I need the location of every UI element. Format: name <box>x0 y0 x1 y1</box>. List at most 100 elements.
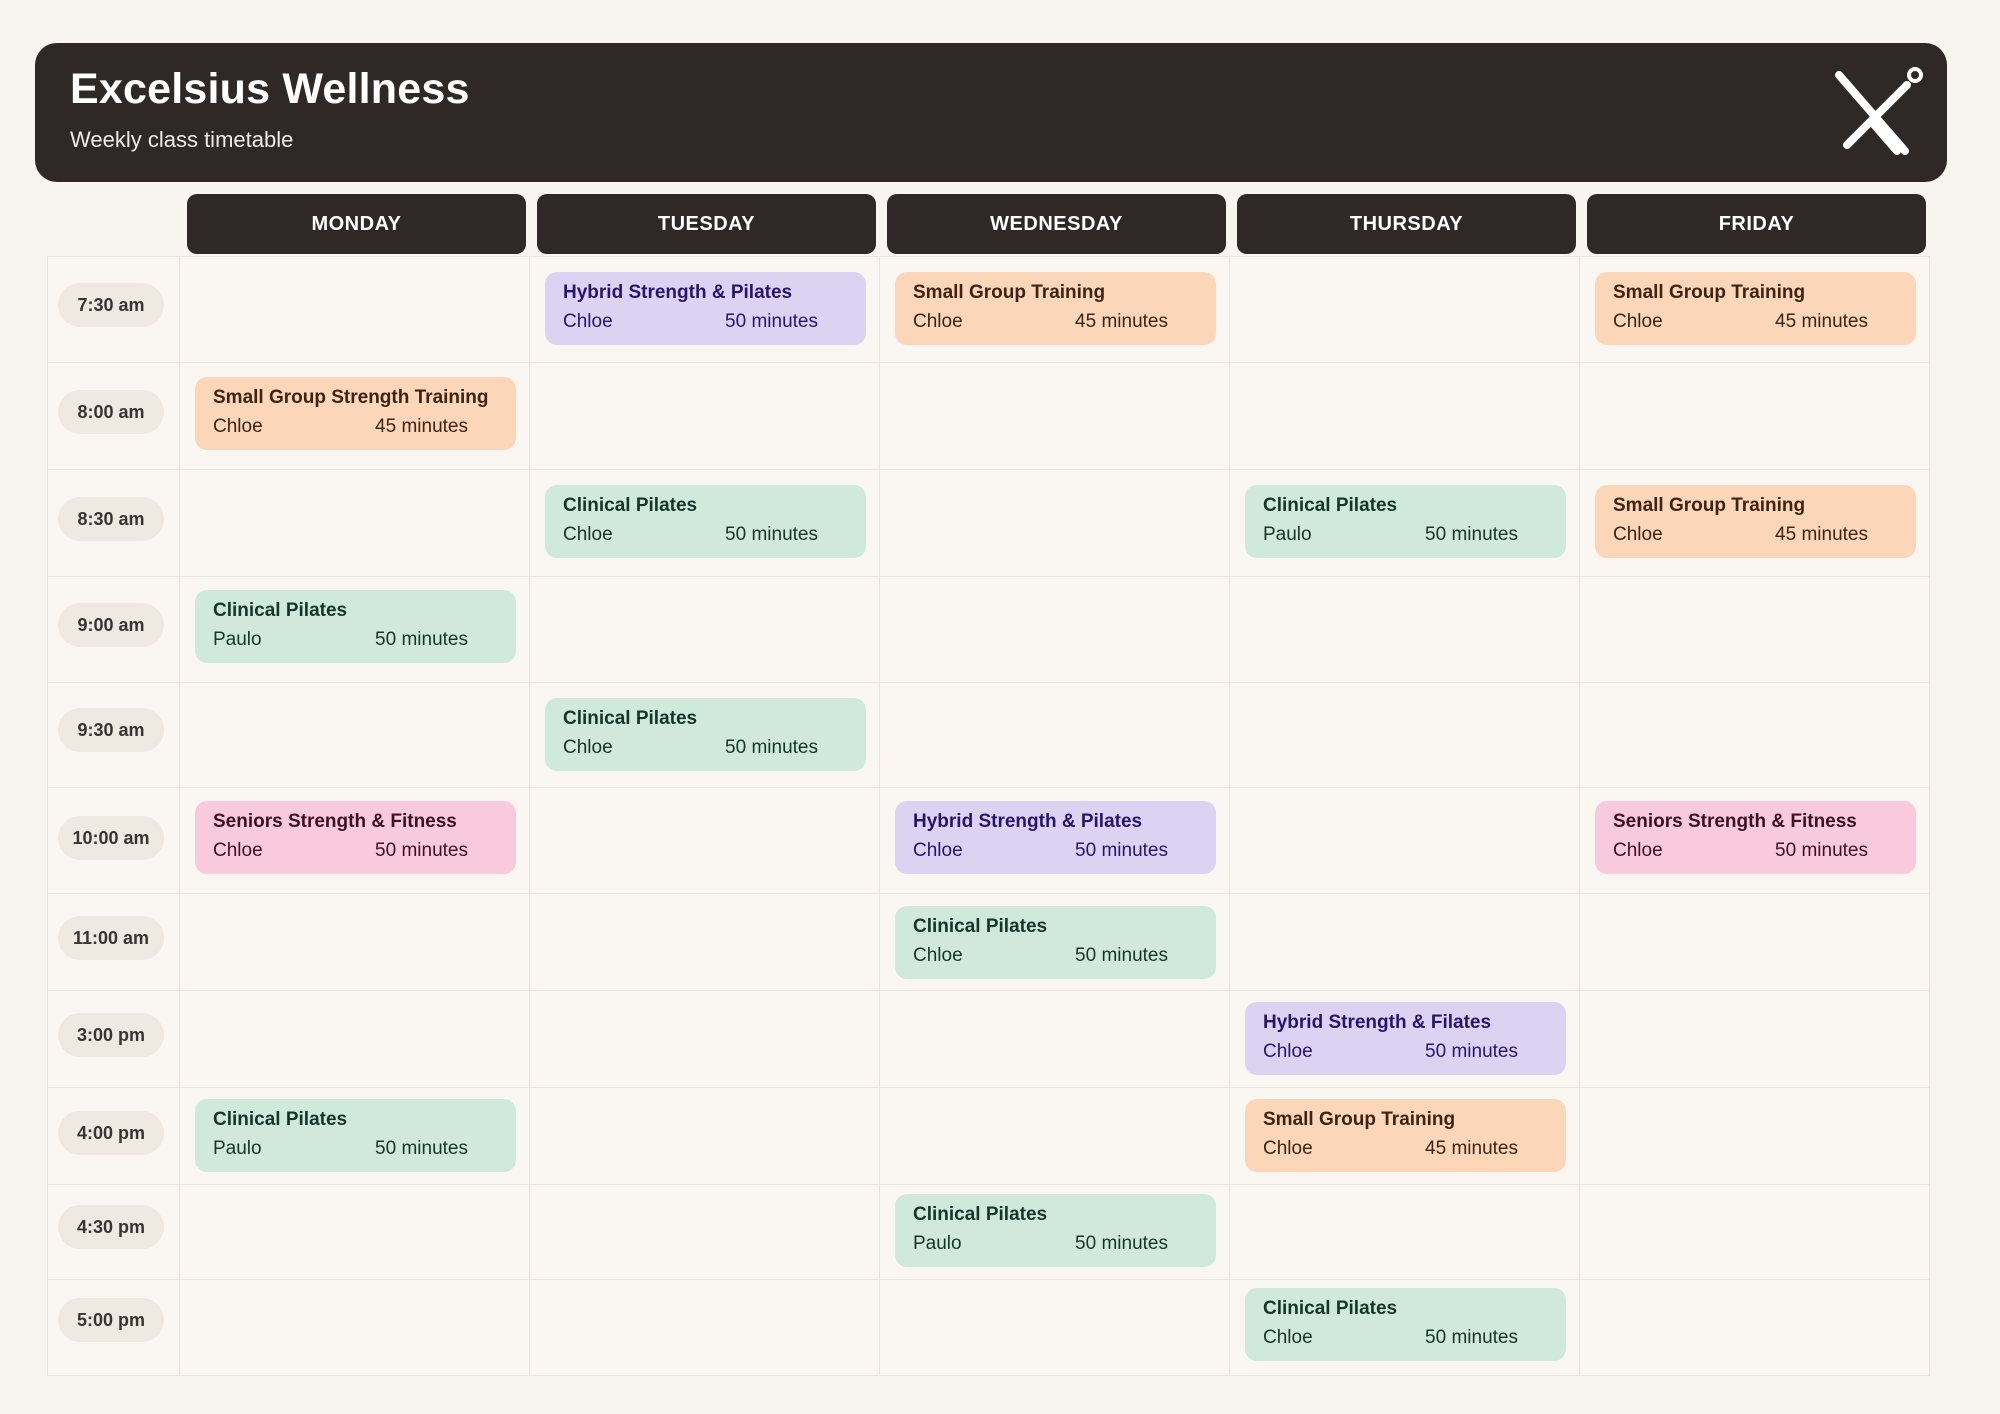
class-name: Small Group Training <box>1613 495 1806 516</box>
class-instructor: Chloe <box>1263 1327 1313 1348</box>
class-card[interactable]: Clinical Pilates Paulo 50 minutes <box>1245 485 1566 558</box>
class-duration: 50 minutes <box>1425 524 1518 545</box>
day-header-friday: FRIDAY <box>1587 194 1926 254</box>
class-name: Clinical Pilates <box>213 1109 348 1130</box>
class-duration: 50 minutes <box>1075 945 1168 966</box>
class-details: Chloe 50 minutes <box>913 945 1198 967</box>
class-card[interactable]: Small Group Strength Training Chloe 45 min… <box>195 377 516 450</box>
class-duration: 50 minutes <box>1075 840 1168 861</box>
class-card[interactable]: Small Group Training Chloe 45 minutes <box>895 272 1216 345</box>
class-card[interactable]: Seniors Strength & Fitness Chloe 50 minute… <box>195 801 516 874</box>
class-details: Paulo 50 minutes <box>1263 524 1548 546</box>
class-instructor: Paulo <box>213 1138 262 1159</box>
class-instructor: Chloe <box>563 524 613 545</box>
class-details: Chloe 50 minutes <box>563 524 848 546</box>
class-card[interactable]: Clinical Pilates Chloe 50 minutes <box>545 485 866 558</box>
class-duration: 50 minutes <box>1425 1327 1518 1348</box>
row-divider <box>47 787 1930 788</box>
day-header-tuesday: TUESDAY <box>537 194 876 254</box>
page-subtitle: Weekly class timetable <box>70 127 294 152</box>
class-card[interactable]: Clinical Pilates Paulo 50 minutes <box>195 1099 516 1172</box>
class-details: Chloe 50 minutes <box>563 311 848 333</box>
class-details: Chloe 50 minutes <box>913 840 1198 862</box>
class-card[interactable]: Seniors Strength & Fitness Chloe 50 minute… <box>1595 801 1916 874</box>
class-name: Seniors Strength & Fitness <box>1613 811 1857 832</box>
class-card[interactable]: Hybrid Strength & Pilates Chloe 50 minutes <box>545 272 866 345</box>
day-header-monday: MONDAY <box>187 194 526 254</box>
row-divider <box>47 990 1930 991</box>
class-card[interactable]: Hybrid Strength & Filates Chloe 50 minutes <box>1245 1002 1566 1075</box>
x-figure-logo-icon <box>1835 67 1923 155</box>
class-duration: 45 minutes <box>1425 1138 1518 1159</box>
class-instructor: Chloe <box>213 416 263 437</box>
class-details: Chloe 50 minutes <box>213 840 498 862</box>
time-label: 8:00 am <box>58 390 164 434</box>
time-label: 8:30 am <box>58 497 164 541</box>
class-instructor: Paulo <box>213 629 262 650</box>
class-instructor: Chloe <box>213 840 263 861</box>
time-label: 11:00 am <box>58 916 164 960</box>
header-banner: Excelsius Wellness Weekly class timetabl… <box>35 43 1947 182</box>
class-instructor: Chloe <box>563 311 613 332</box>
time-label: 3:00 pm <box>58 1013 164 1057</box>
class-name: Clinical Pilates <box>1263 495 1398 516</box>
class-details: Chloe 45 minutes <box>1613 524 1898 546</box>
class-instructor: Paulo <box>913 1233 962 1254</box>
class-duration: 50 minutes <box>725 311 818 332</box>
class-duration: 50 minutes <box>1775 840 1868 861</box>
class-instructor: Chloe <box>1263 1138 1313 1159</box>
class-name: Clinical Pilates <box>563 708 698 729</box>
class-instructor: Chloe <box>1613 524 1663 545</box>
column-divider <box>179 256 180 1376</box>
class-name: Small Group Strength Training <box>213 387 489 408</box>
class-duration: 45 minutes <box>375 416 468 437</box>
class-duration: 45 minutes <box>1775 311 1868 332</box>
class-details: Chloe 45 minutes <box>1613 311 1898 333</box>
class-card[interactable]: Clinical Pilates Paulo 50 minutes <box>895 1194 1216 1267</box>
class-details: Chloe 45 minutes <box>213 416 498 438</box>
class-details: Paulo 50 minutes <box>213 1138 498 1160</box>
column-divider <box>879 256 880 1376</box>
day-header-wednesday: WEDNESDAY <box>887 194 1226 254</box>
class-name: Clinical Pilates <box>563 495 698 516</box>
class-name: Hybrid Strength & Pilates <box>563 282 793 303</box>
class-name: Hybrid Strength & Pilates <box>913 811 1143 832</box>
row-divider <box>47 1184 1930 1185</box>
class-name: Clinical Pilates <box>913 916 1048 937</box>
class-instructor: Paulo <box>1263 524 1312 545</box>
time-label: 7:30 am <box>58 283 164 327</box>
class-duration: 50 minutes <box>725 737 818 758</box>
class-name: Small Group Training <box>913 282 1106 303</box>
class-duration: 50 minutes <box>1075 1233 1168 1254</box>
time-label: 5:00 pm <box>58 1298 164 1342</box>
class-name: Clinical Pilates <box>913 1204 1048 1225</box>
class-card[interactable]: Clinical Pilates Chloe 50 minutes <box>545 698 866 771</box>
class-duration: 45 minutes <box>1775 524 1868 545</box>
class-card[interactable]: Clinical Pilates Paulo 50 minutes <box>195 590 516 663</box>
class-instructor: Chloe <box>913 945 963 966</box>
class-card[interactable]: Hybrid Strength & Pilates Chloe 50 minutes <box>895 801 1216 874</box>
class-card[interactable]: Small Group Training Chloe 45 minutes <box>1245 1099 1566 1172</box>
class-details: Chloe 50 minutes <box>1613 840 1898 862</box>
column-divider <box>1579 256 1580 1376</box>
class-duration: 50 minutes <box>375 629 468 650</box>
class-card[interactable]: Small Group Training Chloe 45 minutes <box>1595 272 1916 345</box>
class-name: Seniors Strength & Fitness <box>213 811 457 832</box>
page-title: Excelsius Wellness <box>70 65 470 113</box>
class-details: Chloe 50 minutes <box>1263 1327 1548 1349</box>
class-duration: 50 minutes <box>375 1138 468 1159</box>
time-label: 10:00 am <box>58 816 164 860</box>
class-name: Hybrid Strength & Filates <box>1263 1012 1492 1033</box>
row-divider <box>47 893 1930 894</box>
class-card[interactable]: Clinical Pilates Chloe 50 minutes <box>895 906 1216 979</box>
time-label: 9:00 am <box>58 603 164 647</box>
class-card[interactable]: Small Group Training Chloe 45 minutes <box>1595 485 1916 558</box>
class-instructor: Chloe <box>1613 840 1663 861</box>
class-duration: 45 minutes <box>1075 311 1168 332</box>
class-details: Chloe 45 minutes <box>1263 1138 1548 1160</box>
class-name: Small Group Training <box>1613 282 1806 303</box>
class-card[interactable]: Clinical Pilates Chloe 50 minutes <box>1245 1288 1566 1361</box>
class-details: Paulo 50 minutes <box>913 1233 1198 1255</box>
class-name: Small Group Training <box>1263 1109 1456 1130</box>
class-details: Paulo 50 minutes <box>213 629 498 651</box>
